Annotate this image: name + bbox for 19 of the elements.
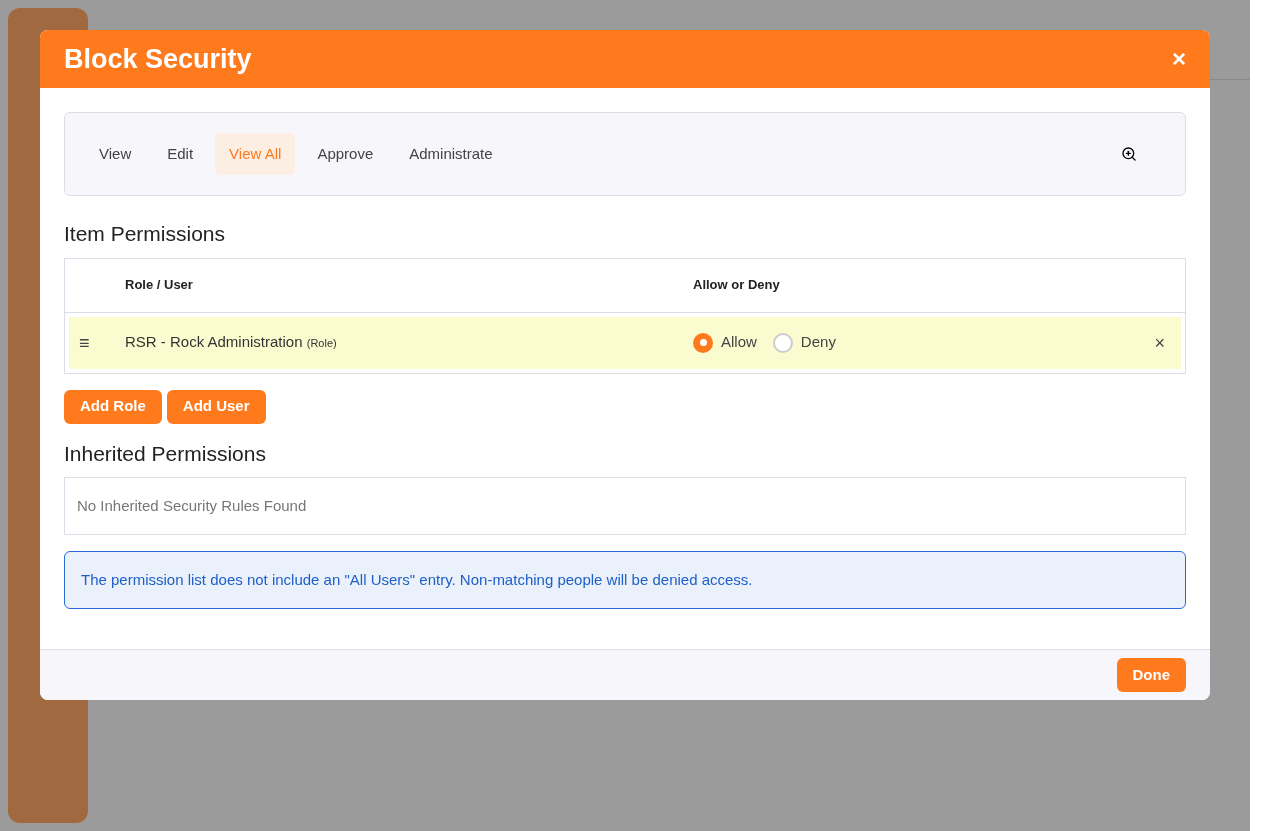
tab[interactable]: Administrate — [395, 132, 507, 176]
search-icon[interactable] — [1121, 146, 1137, 162]
info-alert: The permission list does not include an "All Users" entry. Non-matching people will be denied access. — [64, 551, 1186, 609]
section-heading: Inherited Permissions — [64, 440, 267, 467]
remove-button[interactable]: × — [1154, 328, 1165, 357]
column-header: Allow or Deny — [693, 276, 780, 295]
radio-option[interactable]: Deny — [772, 331, 836, 354]
empty-message: No Inherited Security Rules Found — [77, 495, 307, 516]
radio-icon[interactable] — [693, 332, 713, 353]
column-header: Role / User — [125, 276, 194, 295]
tab[interactable]: Edit — [153, 132, 208, 176]
radio-option[interactable]: Allow — [693, 331, 757, 354]
tab[interactable]: View — [85, 132, 146, 176]
role-name: RSR - Rock Administration (Role) — [125, 332, 338, 353]
modal-title: Block Security — [64, 42, 252, 76]
radio-icon[interactable] — [772, 332, 793, 353]
tab[interactable]: Approve — [303, 132, 388, 176]
drag-handle[interactable]: ≡ — [79, 328, 125, 357]
section-heading: Item Permissions — [64, 221, 227, 247]
